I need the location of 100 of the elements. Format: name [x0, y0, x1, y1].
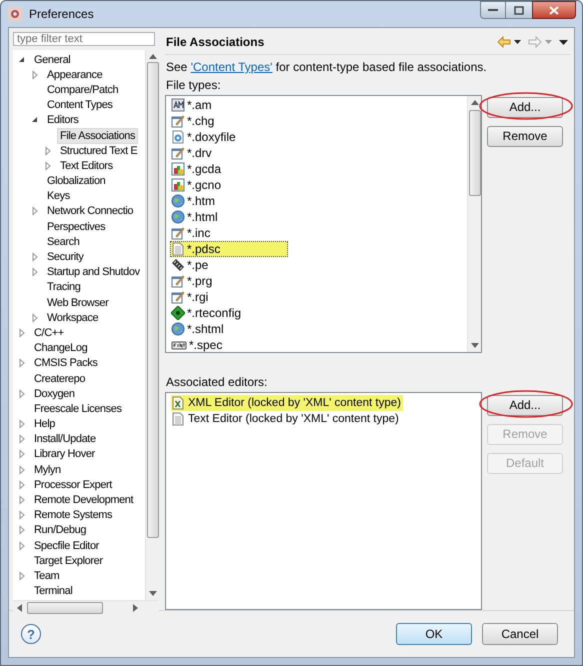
filter-field[interactable]: type filter text [13, 32, 155, 46]
file-type-item[interactable]: *.pdsc [170, 241, 288, 257]
dialog-button[interactable]: OK [396, 623, 472, 645]
content-types-link[interactable]: 'Content Types' [190, 60, 272, 74]
file-type-item[interactable]: *.html [170, 209, 221, 225]
file-type-item[interactable]: *.htm [170, 193, 218, 209]
tree-item[interactable]: Workspace [44, 310, 102, 326]
tree-item[interactable]: Appearance [44, 66, 106, 83]
scroll-down-icon[interactable] [471, 343, 479, 348]
dialog-button[interactable]: Cancel [482, 623, 558, 645]
tree-item[interactable]: Specfile Editor [31, 538, 102, 554]
field-label: Associated editors: [165, 374, 268, 390]
tree-item[interactable]: Web Browser [44, 294, 112, 311]
tree-item[interactable]: Compare/Patch [44, 82, 122, 98]
dialog-button[interactable]: Add... [487, 96, 563, 118]
tree-item[interactable]: Doxygen [31, 386, 78, 402]
tree-item[interactable]: Tracing [44, 279, 84, 296]
file-type-item[interactable]: *.spec [170, 337, 226, 353]
tree-item[interactable]: Terminal [31, 583, 76, 600]
close-button[interactable] [532, 1, 576, 19]
tree-item[interactable]: CMSIS Packs [31, 355, 100, 372]
help-button[interactable]: ? [21, 624, 41, 644]
pencil-document-icon [171, 114, 185, 128]
maximize-icon [514, 6, 524, 14]
text-file-icon [171, 242, 185, 256]
tree-item[interactable]: Createrepo [31, 370, 88, 387]
view-menu-icon[interactable] [559, 40, 568, 44]
tree-item[interactable]: Remote Systems [31, 507, 116, 524]
page-title: File Associations [166, 34, 264, 51]
window-title: Preferences [29, 6, 94, 23]
app-icon [7, 6, 23, 22]
file-type-item[interactable]: *.rgi [170, 289, 212, 305]
tree-item[interactable]: Keys [44, 188, 73, 204]
tree-item[interactable]: Freescale Licenses [31, 400, 125, 417]
file-type-item[interactable]: *.rteconfig [170, 305, 244, 321]
minimize-icon [488, 8, 498, 12]
tree-item[interactable]: Search [44, 234, 82, 250]
tree-item[interactable]: ChangeLog [31, 340, 90, 356]
tree-item[interactable]: Install/Update [31, 431, 99, 448]
chart-icon [171, 178, 185, 192]
tree-item[interactable]: Content Types [44, 97, 116, 114]
tree-item[interactable]: Target Explorer [31, 552, 106, 569]
pencil-document-icon [171, 290, 185, 304]
tree-item[interactable]: Mylyn [31, 462, 64, 478]
globe-icon [171, 210, 185, 224]
tree-scrollbar[interactable] [145, 50, 159, 600]
tree-item[interactable]: C/C++ [31, 324, 67, 341]
description-text: See 'Content Types' for content-type based file associations. [166, 60, 487, 74]
file-type-item[interactable]: *.am [170, 97, 215, 113]
dialog-button[interactable]: Add... [487, 394, 563, 416]
pencil-document-icon [171, 226, 185, 240]
pencil-document-icon [171, 274, 185, 288]
tree-item[interactable]: Run/Debug [31, 522, 90, 538]
dialog-button[interactable]: Remove [487, 126, 563, 146]
dropdown-caret-icon[interactable] [514, 40, 521, 44]
file-type-item[interactable]: *.chg [170, 113, 218, 129]
editor-item[interactable]: Text Editor (locked by 'XML' content type) [171, 411, 401, 427]
scroll-right-icon[interactable] [133, 604, 138, 612]
tree-item[interactable]: General [31, 52, 74, 68]
scroll-left-icon[interactable] [17, 604, 22, 612]
tree-item[interactable]: Remote Development [31, 492, 136, 508]
globe-icon [171, 194, 185, 208]
tree-item[interactable]: File Associations [57, 128, 138, 144]
text-file-icon [171, 412, 185, 426]
maximize-button[interactable] [506, 1, 532, 19]
tree-item[interactable]: Text Editors [57, 158, 116, 174]
tree-item[interactable]: Structured Text E [57, 142, 140, 159]
file-type-item[interactable]: *.gcno [170, 177, 224, 193]
tree-item[interactable]: Processor Expert [31, 476, 115, 493]
pencil-document-icon [171, 146, 185, 160]
chip-icon [171, 258, 185, 272]
file-type-item[interactable]: *.drv [170, 145, 215, 161]
document-icon [171, 98, 185, 112]
globe-icon [171, 322, 185, 336]
file-type-item[interactable]: *.inc [170, 225, 214, 241]
xml-file-icon [171, 396, 185, 410]
scroll-up-icon[interactable] [149, 54, 157, 59]
tree-item[interactable]: Network Connectio [44, 203, 136, 220]
file-type-item[interactable]: *.pe [170, 257, 212, 273]
file-type-item[interactable]: *.gcda [170, 161, 224, 177]
close-icon [549, 6, 559, 14]
field-label: File types: [165, 77, 222, 93]
tree-item[interactable]: Editors [44, 112, 82, 128]
editor-item[interactable]: XML Editor (locked by 'XML' content type) [171, 395, 403, 411]
tree-item[interactable]: Perspectives [44, 218, 108, 235]
list-scrollbar[interactable] [467, 96, 481, 352]
file-type-item[interactable]: *.shtml [170, 321, 227, 337]
tree-item[interactable]: Globalization [44, 173, 108, 190]
file-type-item[interactable]: *.doxyfile [170, 129, 239, 145]
tree-item[interactable]: Startup and Shutdov [44, 264, 143, 280]
tree-item[interactable]: Help [31, 416, 58, 432]
forward-arrow-icon[interactable] [528, 36, 542, 48]
file-type-item[interactable]: *.prg [170, 273, 216, 289]
minimize-button[interactable] [480, 1, 506, 19]
scroll-down-icon[interactable] [149, 591, 157, 596]
scroll-up-icon[interactable] [471, 100, 479, 105]
diamond-icon [171, 306, 185, 320]
tree-item[interactable]: Team [31, 568, 62, 584]
tree-item[interactable]: Security [44, 249, 87, 266]
tree-item[interactable]: Library Hover [31, 446, 98, 462]
